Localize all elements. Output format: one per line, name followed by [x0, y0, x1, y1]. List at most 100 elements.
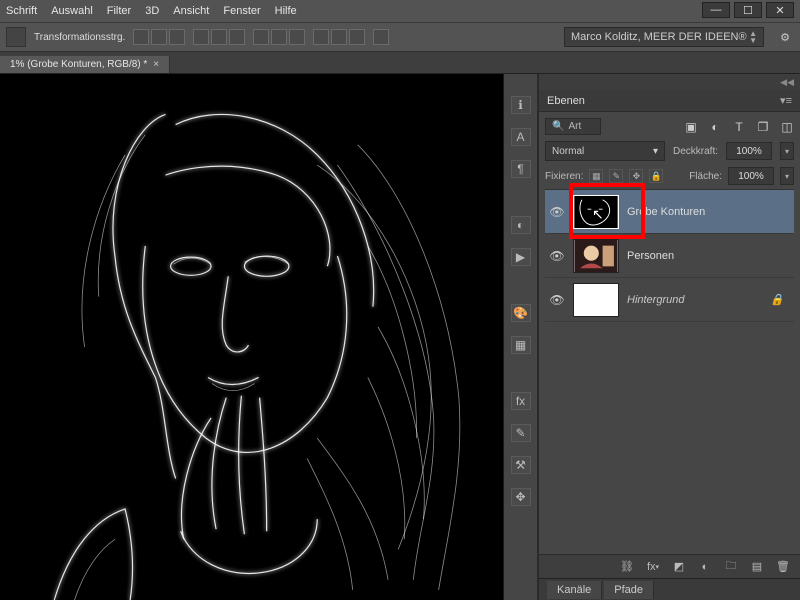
menu-item[interactable]: Filter [107, 5, 131, 17]
opacity-drop-icon[interactable]: ▾ [780, 142, 794, 160]
close-button[interactable]: ✕ [766, 2, 794, 18]
lock-label: Fixieren: [545, 171, 583, 182]
tool-presets-icon[interactable]: ⚒ [511, 456, 531, 474]
distribute-right-icon[interactable] [349, 29, 365, 45]
menu-item[interactable]: Ansicht [173, 5, 209, 17]
panel-menu-icon[interactable]: ▾≡ [780, 94, 792, 107]
current-tool-icon[interactable] [6, 27, 26, 47]
fill-drop-icon[interactable]: ▾ [780, 167, 794, 185]
maximize-button[interactable]: ☐ [734, 2, 762, 18]
distribute-vcenter-icon[interactable] [271, 29, 287, 45]
layers-panel-title: Ebenen [547, 95, 585, 107]
styles-panel-icon[interactable]: ▦ [511, 336, 531, 354]
lock-transparency-icon[interactable]: ▦ [589, 169, 603, 183]
paths-tab[interactable]: Pfade [604, 581, 654, 599]
new-layer-icon[interactable]: ▤ [750, 560, 764, 574]
blend-row: Normal ▾ Deckkraft: 100% ▾ [545, 141, 794, 161]
link-layers-icon[interactable]: ⛓ [620, 560, 634, 574]
distribute-top-icon[interactable] [253, 29, 269, 45]
layers-panel-tab[interactable]: Ebenen ▾≡ [539, 90, 800, 112]
layer-name[interactable]: Hintergrund [627, 294, 684, 306]
align-hcenter-icon[interactable] [211, 29, 227, 45]
layer-row[interactable]: 👁 ↖ Grobe Konturen [545, 190, 794, 234]
menu-item[interactable]: Hilfe [275, 5, 297, 17]
fx-icon[interactable]: fx▾ [646, 560, 660, 574]
main-area: ℹ A ¶ ◐ ▶ 🎨 ▦ fx ✎ ⚒ ✥ ◀◀ Ebenen ▾≡ 🔍 Ar… [0, 74, 800, 600]
blend-mode-select[interactable]: Normal ▾ [545, 141, 665, 161]
adjustments-panel-icon[interactable]: ◐ [511, 216, 531, 234]
delete-layer-icon[interactable]: 🗑 [776, 560, 790, 574]
distribute-left-icon[interactable] [313, 29, 329, 45]
layers-panel-footer: ⛓ fx▾ ◩ ◐ 🗀 ▤ 🗑 [539, 554, 800, 578]
minimize-button[interactable]: — [702, 2, 730, 18]
align-left-icon[interactable] [193, 29, 209, 45]
layer-filter-type[interactable]: 🔍 Art [545, 118, 601, 135]
distribute-group-1 [253, 29, 305, 45]
layers-list: 👁 ↖ Grobe Konturen 👁 [545, 189, 794, 322]
distribute-bottom-icon[interactable] [289, 29, 305, 45]
canvas-artwork [0, 74, 503, 600]
right-panels: ◀◀ Ebenen ▾≡ 🔍 Art ▣ ◐ T ❐ ◫ [538, 74, 800, 600]
swatches-panel-icon[interactable]: 🎨 [511, 304, 531, 322]
filter-smart-icon[interactable]: ◫ [780, 120, 794, 134]
option-label[interactable]: Transformationsstrg. [34, 32, 125, 43]
play-icon[interactable]: ▶ [511, 248, 531, 266]
menu-item[interactable]: 3D [145, 5, 159, 17]
brush-panel-icon[interactable]: ✎ [511, 424, 531, 442]
menu-item[interactable]: Auswahl [51, 5, 93, 17]
fx-icon[interactable]: fx [511, 392, 531, 410]
adjustment-layer-icon[interactable]: ◐ [698, 560, 712, 574]
layer-row[interactable]: 👁 Hintergrund 🔒 [545, 278, 794, 322]
lock-row: Fixieren: ▦ ✎ ✥ 🔒 Fläche: 100% ▾ [545, 167, 794, 185]
filter-adjust-icon[interactable]: ◐ [708, 120, 722, 134]
align-top-icon[interactable] [133, 29, 149, 45]
opacity-label: Deckkraft: [673, 146, 718, 157]
lock-all-icon[interactable]: 🔒 [649, 169, 663, 183]
distribute-group-2 [313, 29, 365, 45]
document-tab[interactable]: 1% (Grobe Konturen, RGB/8) * × [0, 56, 170, 73]
search-icon: 🔍 [552, 121, 564, 132]
gear-icon[interactable]: ⚙ [776, 28, 794, 46]
workspace-label: Marco Kolditz, MEER DER IDEEN® [571, 31, 747, 43]
mode-icon[interactable] [373, 29, 389, 45]
lock-icon: 🔒 [770, 293, 784, 306]
canvas[interactable] [0, 74, 504, 600]
mask-icon[interactable]: ◩ [672, 560, 686, 574]
info-icon[interactable]: ℹ [511, 96, 531, 114]
menu-bar: Schrift Auswahl Filter 3D Ansicht Fenste… [0, 0, 800, 22]
distribute-hcenter-icon[interactable] [331, 29, 347, 45]
align-vcenter-icon[interactable] [151, 29, 167, 45]
visibility-toggle-icon[interactable]: 👁 [549, 205, 565, 219]
chevron-down-icon: ▾ [653, 146, 658, 157]
layer-row[interactable]: 👁 Personen [545, 234, 794, 278]
align-bottom-icon[interactable] [169, 29, 185, 45]
lock-position-icon[interactable]: ✥ [629, 169, 643, 183]
panel-collapse-handle[interactable]: ◀◀ [539, 74, 800, 90]
align-right-icon[interactable] [229, 29, 245, 45]
close-tab-icon[interactable]: × [153, 59, 159, 70]
group-icon[interactable]: 🗀 [724, 560, 738, 574]
menu-item[interactable]: Fenster [223, 5, 260, 17]
layer-thumbnail[interactable]: ↖ [573, 195, 619, 229]
paragraph-panel-icon[interactable]: ¶ [511, 160, 531, 178]
clone-source-icon[interactable]: ✥ [511, 488, 531, 506]
layers-panel-body: 🔍 Art ▣ ◐ T ❐ ◫ Normal ▾ Deckkraft: 100% [539, 112, 800, 328]
layer-name[interactable]: Grobe Konturen [627, 206, 705, 218]
opacity-value[interactable]: 100% [726, 142, 772, 160]
dropdown-arrows-icon: ▲▼ [749, 30, 757, 44]
filter-shape-icon[interactable]: ❐ [756, 120, 770, 134]
menu-item[interactable]: Schrift [6, 5, 37, 17]
filter-type-icon[interactable]: T [732, 120, 746, 134]
layer-name[interactable]: Personen [627, 250, 674, 262]
workspace-switcher[interactable]: Marco Kolditz, MEER DER IDEEN® ▲▼ [564, 27, 764, 47]
layer-thumbnail[interactable] [573, 283, 619, 317]
fill-value[interactable]: 100% [728, 167, 774, 185]
channels-tab[interactable]: Kanäle [547, 581, 602, 599]
layer-thumbnail[interactable] [573, 239, 619, 273]
align-group-1 [133, 29, 185, 45]
visibility-toggle-icon[interactable]: 👁 [549, 293, 565, 307]
lock-paint-icon[interactable]: ✎ [609, 169, 623, 183]
filter-pixel-icon[interactable]: ▣ [684, 120, 698, 134]
character-panel-icon[interactable]: A [511, 128, 531, 146]
visibility-toggle-icon[interactable]: 👁 [549, 249, 565, 263]
